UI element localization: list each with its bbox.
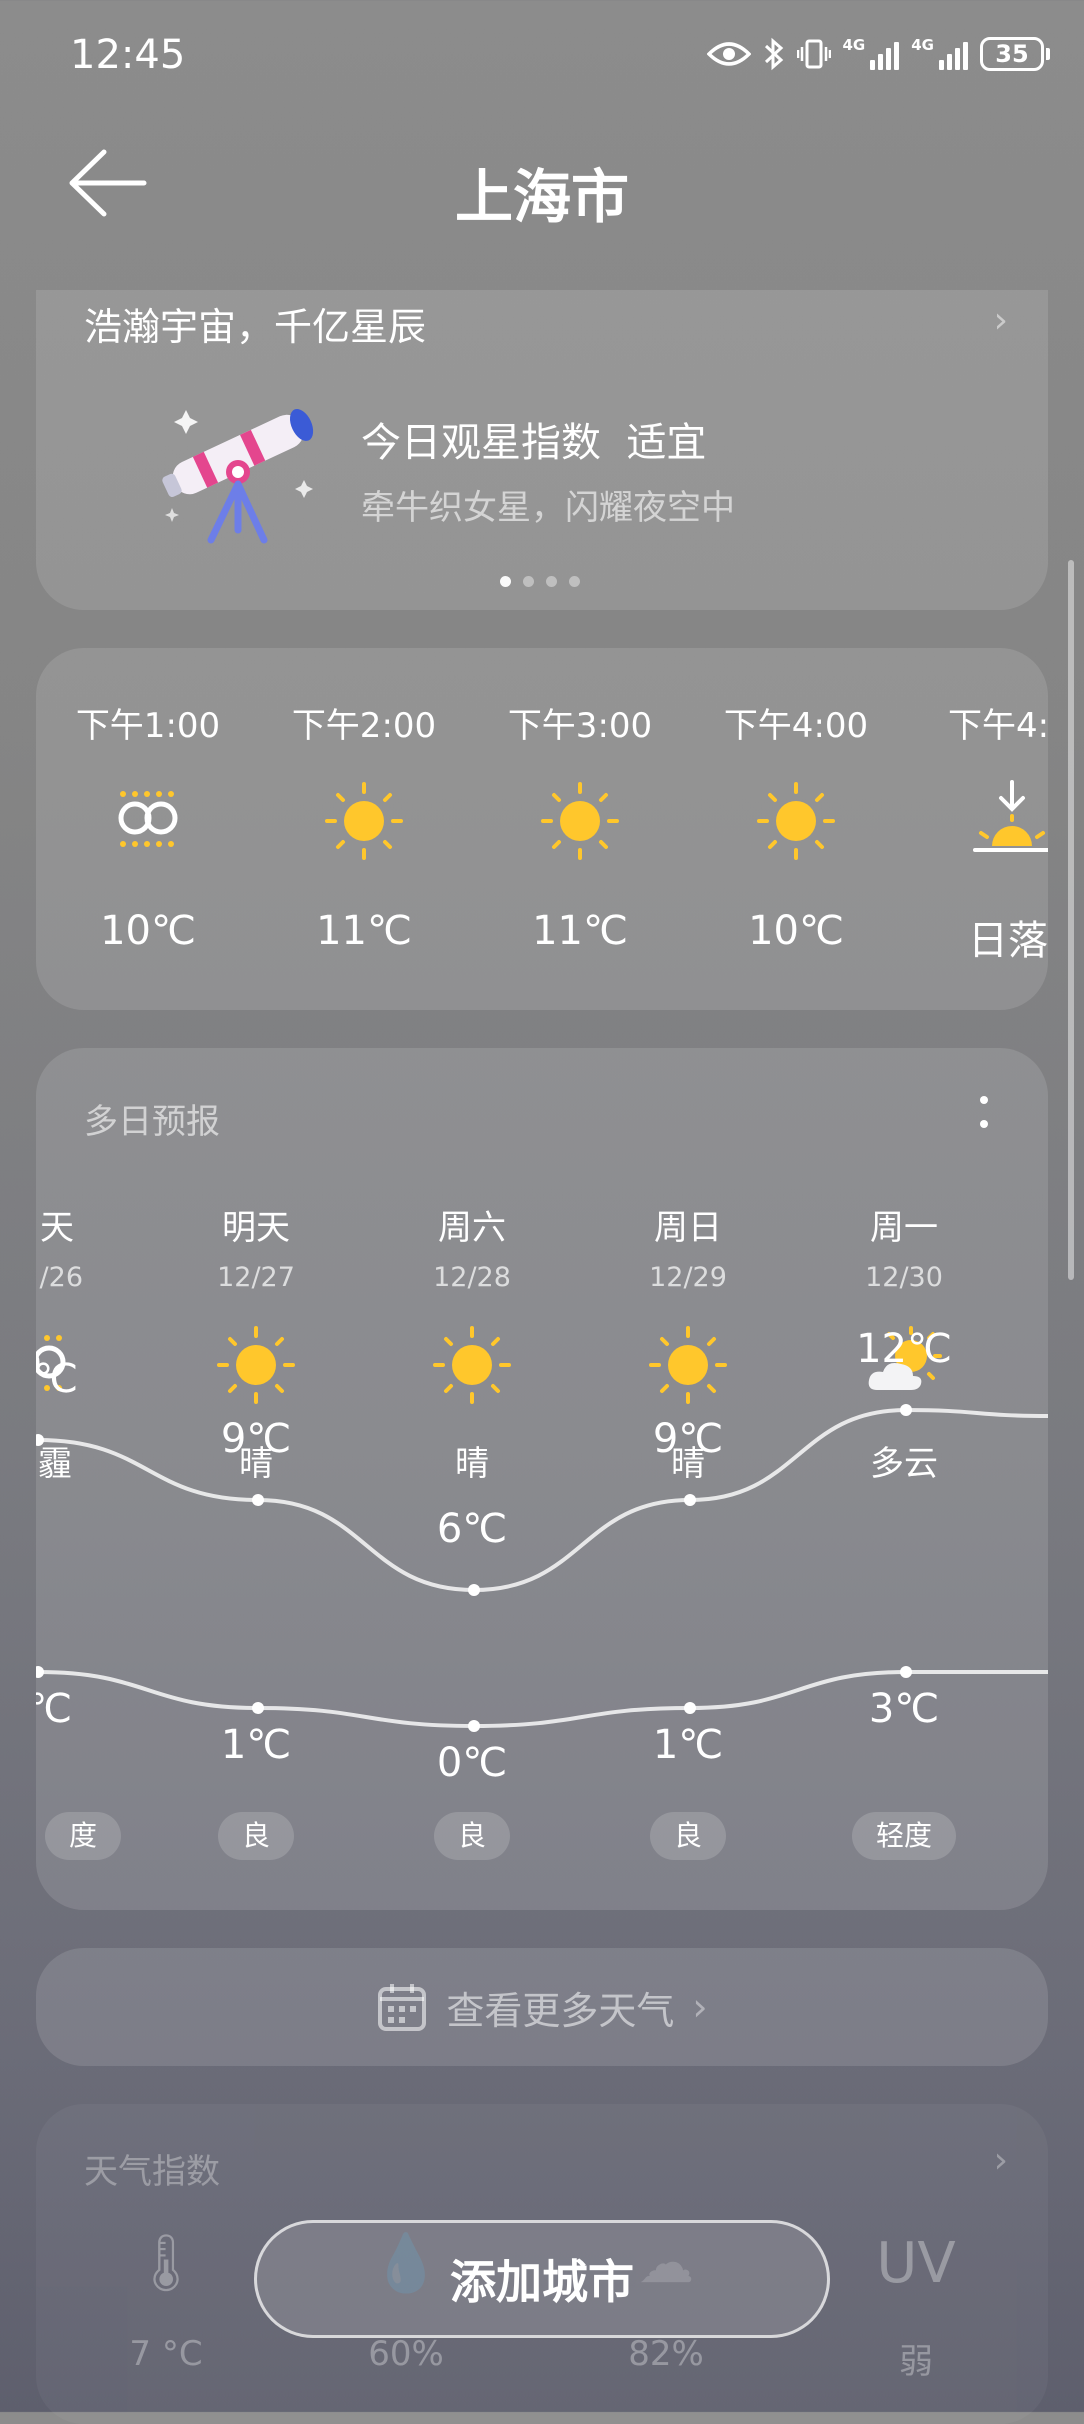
weather-index-title: 天气指数 — [84, 2152, 220, 2192]
sun-icon — [649, 1326, 727, 1404]
day-low: ℃ — [36, 1686, 72, 1732]
haze-icon — [118, 791, 178, 847]
day-high: 9℃ — [220, 1416, 292, 1462]
more-weather-button[interactable]: 查看更多天气 › — [36, 1948, 1048, 2066]
day-high: l℃ — [36, 1356, 78, 1402]
day-date: 12/27 — [217, 1262, 295, 1293]
carousel-dot[interactable] — [546, 576, 557, 587]
status-time: 12:45 — [70, 32, 186, 78]
hour-label: 下午4:5 — [948, 706, 1048, 746]
high-temp-point — [252, 1494, 264, 1506]
bluetooth-icon — [764, 37, 783, 71]
low-temp-point — [36, 1666, 44, 1678]
high-temp-point — [468, 1584, 480, 1596]
aqi-badge: 良 — [433, 1812, 511, 1860]
calendar-icon — [378, 1984, 427, 2031]
thermometer-icon: 🌡 — [130, 2231, 202, 2296]
eye-icon — [706, 42, 751, 66]
day-condition: 多云 — [870, 1444, 938, 1484]
add-city-button[interactable]: 添加城市 — [254, 2220, 830, 2338]
hour-temp: 日落 — [968, 918, 1048, 964]
index-value: 7 °C — [129, 2334, 203, 2374]
day-name: 周一 — [870, 1208, 938, 1248]
low-temp-point — [900, 1666, 912, 1678]
aqi-badge: 轻度 — [851, 1812, 957, 1860]
index-value: 82% — [628, 2334, 704, 2374]
sun-icon — [757, 782, 835, 860]
low-temp-point — [684, 1702, 696, 1714]
day-low: 1℃ — [220, 1722, 292, 1768]
carousel-dot[interactable] — [500, 576, 511, 587]
hour-label: 下午4:00 — [723, 706, 869, 746]
stargazing-index-value: 适宜 — [626, 420, 707, 466]
hour-temp: 11℃ — [532, 908, 628, 954]
more-weather-label: 查看更多天气 — [446, 1988, 675, 2033]
stargazing-card[interactable]: 浩瀚宇宙，千亿星辰 › 今日观星指数 适宜 牵牛织女星，闪耀夜空中 — [36, 290, 1048, 610]
aqi-badge: 良 — [217, 1812, 295, 1860]
chevron-right-icon: › — [993, 300, 1008, 341]
hour-label: 下午2:00 — [291, 706, 437, 746]
index-value: 弱 — [899, 2342, 933, 2382]
day-name: 天 — [40, 1208, 74, 1248]
telescope-icon — [162, 408, 314, 544]
sun-icon — [433, 1326, 511, 1404]
hourly-forecast-card[interactable]: 下午1:00 10℃ 下午2:00 11℃ 下午3:00 11℃ 下午4:00 … — [36, 648, 1048, 1010]
day-date: /26 — [39, 1262, 83, 1293]
stargazing-index: 今日观星指数 适宜 — [361, 410, 706, 468]
aqi-badge: 度 — [44, 1812, 122, 1860]
day-condition: 晴 — [455, 1444, 489, 1484]
sunset-icon — [973, 780, 1048, 852]
day-low: 1℃ — [652, 1722, 724, 1768]
stargazing-subtitle: 牵牛织女星，闪耀夜空中 — [361, 488, 735, 528]
low-temp-point — [252, 1702, 264, 1714]
uv-icon: UV — [876, 2231, 956, 2296]
index-value: 60% — [368, 2334, 444, 2374]
day-date: 12/30 — [865, 1262, 943, 1293]
low-temp-point — [468, 1720, 480, 1732]
page-title: 上海市 — [454, 163, 629, 231]
day-name: 明天 — [222, 1208, 290, 1248]
scrollbar[interactable] — [1068, 560, 1074, 1280]
day-name: 周六 — [438, 1208, 506, 1248]
chevron-right-icon: › — [692, 1985, 708, 2029]
carousel-dot[interactable] — [569, 576, 580, 587]
aqi-badge: 良 — [649, 1812, 727, 1860]
sun-icon — [325, 782, 403, 860]
day-date: 12/28 — [433, 1262, 511, 1293]
stargazing-heading: 浩瀚宇宙，千亿星辰 — [84, 305, 427, 349]
hour-temp: 10℃ — [748, 908, 844, 954]
hour-label: 下午1:00 — [75, 706, 221, 746]
hour-temp: 11℃ — [316, 908, 412, 954]
high-temp-point — [684, 1494, 696, 1506]
day-low: 0℃ — [436, 1740, 508, 1786]
stargazing-index-label: 今日观星指数 — [361, 420, 601, 466]
day-high: 12℃ — [856, 1326, 952, 1372]
day-condition: 霾 — [38, 1444, 72, 1484]
signal-strength-icon: 4G — [843, 38, 900, 70]
index-item: UV 弱 — [846, 2224, 986, 2383]
multi-day-forecast-card[interactable]: 多日预报 天 /26 霾 l℃ ℃ 度 明天 12/27 晴 9℃ 1℃ 良 周… — [36, 1048, 1048, 1910]
sun-icon — [217, 1326, 295, 1404]
status-icons: 4G 4G 35 — [706, 28, 1050, 80]
sun-icon — [541, 782, 619, 860]
hour-temp: 10℃ — [100, 908, 196, 954]
day-high: 9℃ — [652, 1416, 724, 1462]
signal-strength-2-icon: 4G — [911, 38, 968, 70]
day-low: 3℃ — [868, 1686, 940, 1732]
hour-label: 下午3:00 — [507, 706, 653, 746]
status-bar: 12:45 4G 4G 35 — [0, 0, 1084, 110]
carousel-dot[interactable] — [523, 576, 534, 587]
battery-indicator: 35 — [980, 37, 1050, 71]
carousel-dots[interactable] — [500, 576, 580, 587]
vibrate-icon — [796, 39, 831, 69]
day-date: 12/29 — [649, 1262, 727, 1293]
day-high: 6℃ — [436, 1506, 508, 1552]
index-item: 🌡 7 °C — [96, 2224, 236, 2374]
day-name: 周日 — [654, 1208, 722, 1248]
chevron-right-icon: › — [993, 2140, 1008, 2181]
